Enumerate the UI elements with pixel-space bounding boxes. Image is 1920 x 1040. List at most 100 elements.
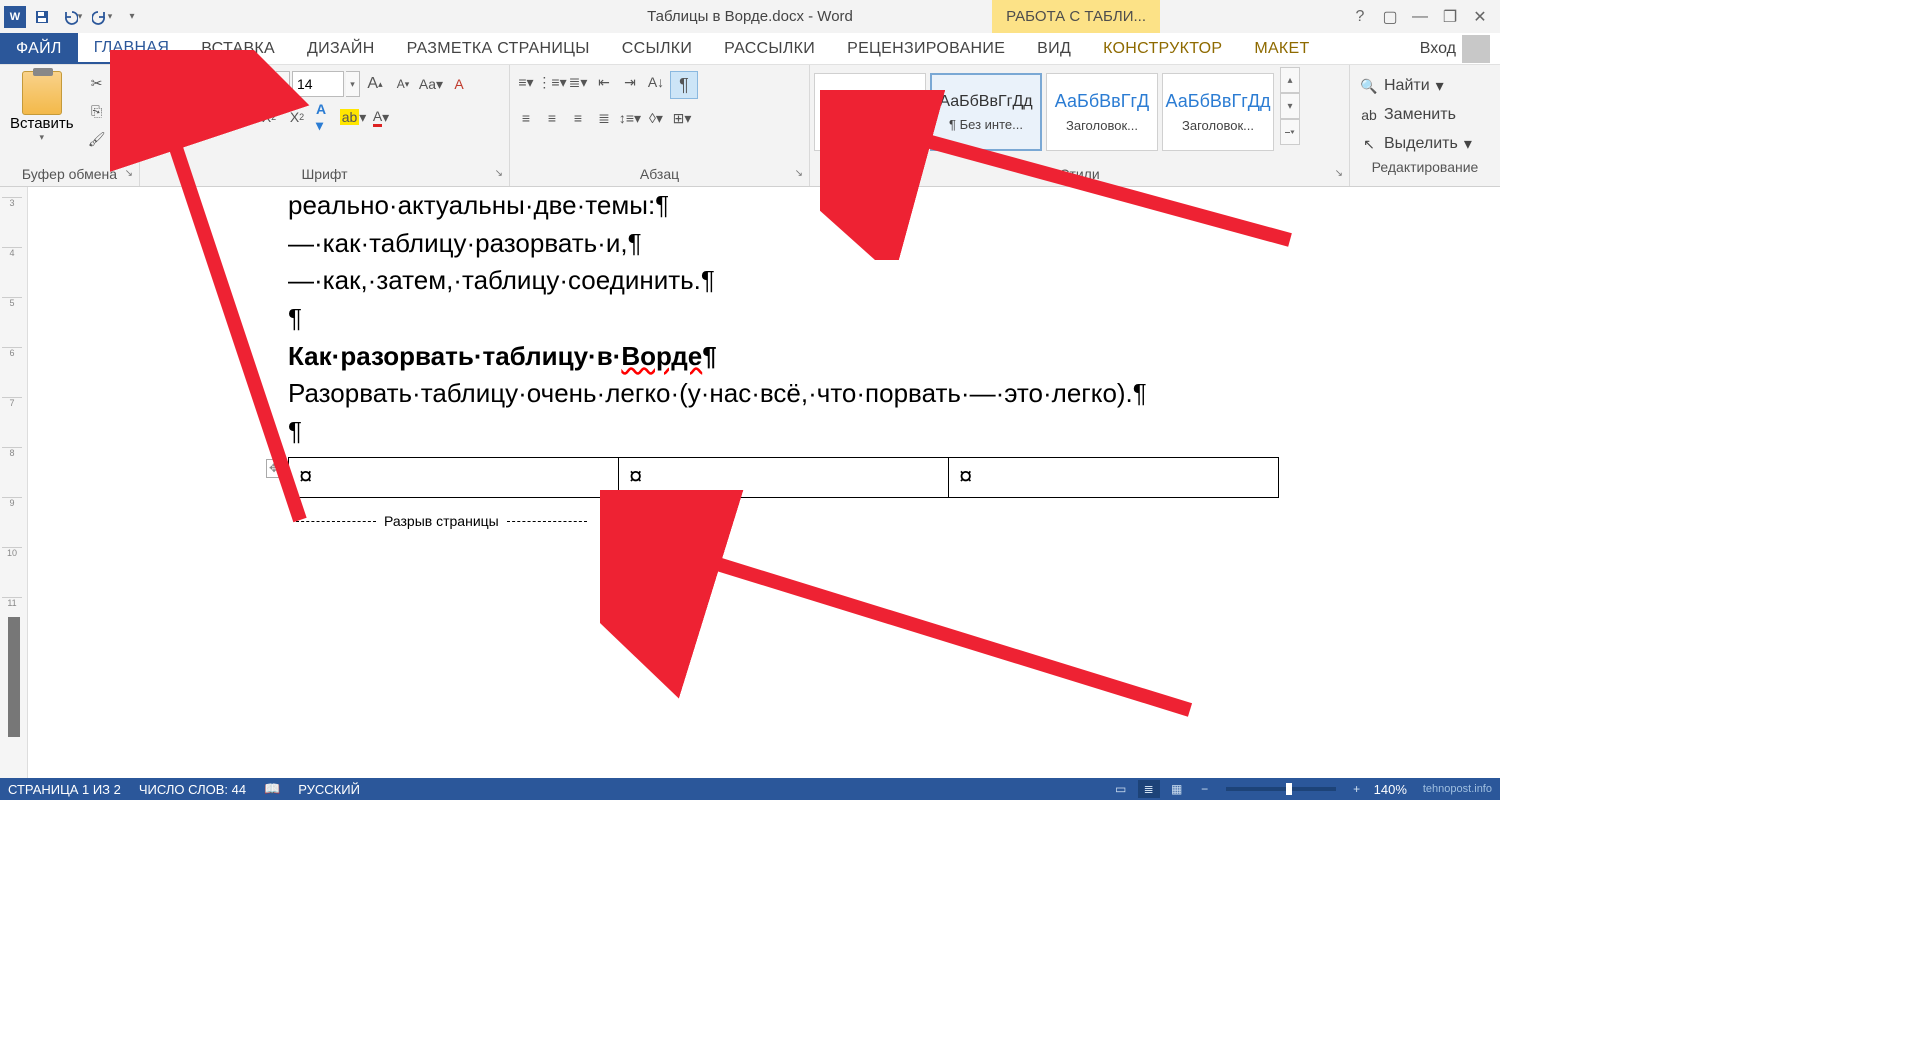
font-color-button[interactable]: A ▾: [368, 105, 394, 129]
font-name-dropdown[interactable]: ▾: [276, 71, 290, 97]
zoom-slider[interactable]: [1226, 787, 1336, 791]
table-row[interactable]: ¤ ¤ ¤: [289, 457, 1279, 497]
paragraph-launcher[interactable]: ↘: [795, 168, 803, 179]
undo-button[interactable]: ▾: [58, 3, 86, 31]
justify-button[interactable]: ≣: [592, 107, 616, 129]
table-cell[interactable]: ¤: [289, 457, 619, 497]
view-read-mode[interactable]: ▭: [1110, 780, 1132, 798]
help-button[interactable]: ?: [1346, 3, 1374, 31]
multilevel-list-button[interactable]: ≣▾: [566, 71, 590, 93]
minimize-button[interactable]: —: [1406, 3, 1434, 31]
sort-button[interactable]: A↓: [644, 71, 668, 93]
doc-line[interactable]: ¶: [288, 413, 1428, 451]
doc-line[interactable]: —·как·таблицу·разорвать·и,¶: [288, 225, 1428, 263]
shading-button[interactable]: ◊▾: [644, 107, 668, 129]
clipboard-launcher[interactable]: ↘: [125, 168, 133, 179]
tab-references[interactable]: ССЫЛКИ: [606, 33, 708, 64]
align-left-button[interactable]: ≡: [514, 107, 538, 129]
styles-scroll-down[interactable]: ▾: [1280, 93, 1300, 119]
vertical-ruler[interactable]: 3 4 5 6 7 8 9 10 11: [0, 187, 28, 778]
select-button[interactable]: ↖Выделить ▾: [1354, 131, 1496, 157]
copy-button[interactable]: ⎘: [84, 99, 110, 123]
view-web-layout[interactable]: ▦: [1166, 780, 1188, 798]
change-case-button[interactable]: Aa▾: [418, 72, 444, 96]
text-effects-button[interactable]: A ▾: [312, 105, 338, 129]
tab-mailings[interactable]: РАССЫЛКИ: [708, 33, 831, 64]
doc-line[interactable]: ¶: [288, 300, 1428, 338]
strikethrough-button[interactable]: abc: [228, 105, 254, 129]
italic-button[interactable]: К: [172, 105, 198, 129]
status-page[interactable]: СТРАНИЦА 1 ИЗ 2: [8, 782, 121, 797]
document-table[interactable]: ¤ ¤ ¤: [288, 457, 1279, 498]
show-hide-marks-button[interactable]: ¶: [670, 71, 698, 99]
document-area[interactable]: реально·актуальны·две·темы:¶ —·как·табли…: [28, 187, 1500, 778]
align-right-button[interactable]: ≡: [566, 107, 590, 129]
table-cell[interactable]: ¤: [619, 457, 949, 497]
status-language[interactable]: РУССКИЙ: [298, 782, 360, 797]
cut-button[interactable]: ✂: [84, 71, 110, 95]
tab-file[interactable]: ФАЙЛ: [0, 33, 78, 64]
underline-button[interactable]: Ч ▾: [200, 105, 226, 129]
status-proofing-icon[interactable]: 📖: [264, 781, 280, 797]
decrease-indent-button[interactable]: ⇤: [592, 71, 616, 93]
document-page[interactable]: реально·актуальны·две·темы:¶ —·как·табли…: [128, 187, 1428, 538]
borders-button[interactable]: ⊞▾: [670, 107, 694, 129]
font-size-combobox[interactable]: 14: [292, 71, 344, 97]
line-spacing-button[interactable]: ↕≡▾: [618, 107, 642, 129]
doc-line[interactable]: —·как,·затем,·таблицу·соединить.¶: [288, 262, 1428, 300]
paste-button[interactable]: Вставить ▾: [4, 67, 80, 147]
style-normal[interactable]: АаБбВвГгДдОбычный: [814, 73, 926, 151]
close-button[interactable]: ✕: [1466, 3, 1494, 31]
table-cell[interactable]: ¤: [949, 457, 1279, 497]
tab-table-layout[interactable]: МАКЕТ: [1238, 33, 1325, 64]
style-no-spacing[interactable]: АаБбВвГгДд¶ Без инте...: [930, 73, 1042, 151]
tab-view[interactable]: ВИД: [1021, 33, 1087, 64]
numbering-button[interactable]: ⋮≡▾: [540, 71, 564, 93]
bullets-button[interactable]: ≡▾: [514, 71, 538, 93]
bold-button[interactable]: К: [144, 105, 170, 129]
grow-font-button[interactable]: A▴: [362, 72, 388, 96]
zoom-in-button[interactable]: +: [1346, 780, 1368, 798]
restore-button[interactable]: ❐: [1436, 3, 1464, 31]
subscript-button[interactable]: X2: [256, 105, 282, 129]
format-painter-button[interactable]: 🖌: [84, 127, 110, 151]
superscript-button[interactable]: X2: [284, 105, 310, 129]
sign-in-button[interactable]: Вход: [1410, 33, 1500, 64]
styles-expand[interactable]: ⎯▾: [1280, 119, 1300, 145]
tab-page-layout[interactable]: РАЗМЕТКА СТРАНИЦЫ: [391, 33, 606, 64]
font-size-dropdown[interactable]: ▾: [346, 71, 360, 97]
tab-review[interactable]: РЕЦЕНЗИРОВАНИЕ: [831, 33, 1021, 64]
doc-line[interactable]: Разорвать·таблицу·очень·легко·(у·нас·всё…: [288, 375, 1428, 413]
tab-insert[interactable]: ВСТАВКА: [185, 33, 291, 64]
find-button[interactable]: 🔍Найти ▾: [1354, 73, 1496, 99]
align-center-button[interactable]: ≡: [540, 107, 564, 129]
qat-customize-button[interactable]: ▾: [118, 3, 146, 31]
replace-button[interactable]: abЗаменить: [1354, 103, 1496, 127]
view-print-layout[interactable]: ≣: [1138, 780, 1160, 798]
style-heading-1[interactable]: АаБбВвГгДЗаголовок...: [1046, 73, 1158, 151]
styles-launcher[interactable]: ↘: [1335, 168, 1343, 179]
table-move-handle-icon[interactable]: ✥: [266, 459, 282, 478]
shrink-font-button[interactable]: A▾: [390, 72, 416, 96]
page-break-indicator[interactable]: Разрыв страницы¶: [288, 506, 1428, 538]
increase-indent-button[interactable]: ⇥: [618, 71, 642, 93]
save-button[interactable]: [28, 3, 56, 31]
font-name-combobox[interactable]: Calibri (Осно: [144, 71, 274, 97]
tab-table-constructor[interactable]: КОНСТРУКТОР: [1087, 33, 1238, 64]
word-app-icon[interactable]: W: [4, 6, 26, 28]
ribbon-display-options-button[interactable]: ▢: [1376, 3, 1404, 31]
tab-design[interactable]: ДИЗАЙН: [291, 33, 391, 64]
highlight-button[interactable]: ab▾: [340, 105, 366, 129]
style-heading-2[interactable]: АаБбВвГгДдЗаголовок...: [1162, 73, 1274, 151]
zoom-level[interactable]: 140%: [1374, 782, 1407, 797]
styles-scroll-up[interactable]: ▴: [1280, 67, 1300, 93]
zoom-out-button[interactable]: −: [1194, 780, 1216, 798]
doc-line[interactable]: реально·актуальны·две·темы:¶: [288, 187, 1428, 225]
redo-button[interactable]: ▾: [88, 3, 116, 31]
tab-home[interactable]: ГЛАВНАЯ: [78, 33, 186, 64]
doc-heading[interactable]: Как·разорвать·таблицу·в·Ворде¶: [288, 338, 1428, 376]
clear-formatting-button[interactable]: A: [446, 72, 472, 96]
styles-gallery[interactable]: АаБбВвГгДдОбычный АаБбВвГгДд¶ Без инте..…: [814, 67, 1274, 151]
status-word-count[interactable]: ЧИСЛО СЛОВ: 44: [139, 782, 246, 797]
font-launcher[interactable]: ↘: [495, 168, 503, 179]
